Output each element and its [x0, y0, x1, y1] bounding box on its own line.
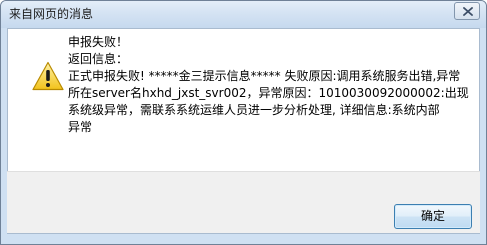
- message-line: 系统级异常，需联系系统运维人员进一步分析处理, 详细信息:系统内部: [68, 103, 440, 117]
- dialog-title: 来自网页的消息: [9, 7, 94, 21]
- message-line: 申报失败！: [68, 35, 129, 49]
- close-button[interactable]: [454, 2, 480, 20]
- ok-button[interactable]: 确定: [394, 204, 472, 229]
- message-dialog: 来自网页的消息 申报失败！ 返回信息： 正式申报失败! *****金三提示信息*…: [0, 0, 487, 245]
- close-icon: [463, 7, 473, 16]
- message-text: 申报失败！ 返回信息： 正式申报失败! *****金三提示信息***** 失败原…: [68, 34, 469, 136]
- message-line: 所在server名hxhd_jxst_svr002，异常原因：101003009…: [68, 86, 469, 100]
- message-line: 异常: [68, 120, 93, 134]
- message-line: 正式申报失败! *****金三提示信息***** 失败原因:调用系统服务出错,异…: [68, 69, 461, 83]
- message-line: 返回信息：: [68, 52, 129, 66]
- warning-icon: [32, 61, 64, 91]
- title-bar[interactable]: 来自网页的消息: [1, 1, 486, 28]
- button-bar: 确定: [7, 171, 480, 233]
